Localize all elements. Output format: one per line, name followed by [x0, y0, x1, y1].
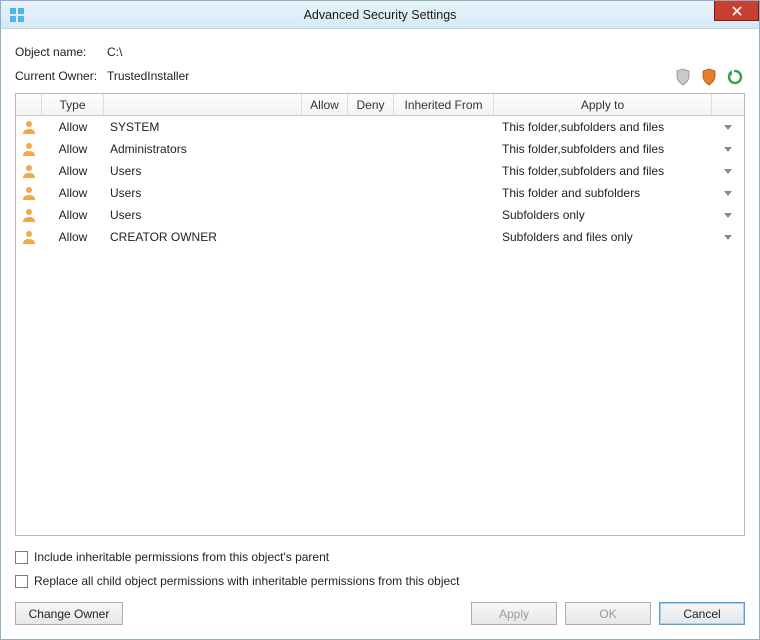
object-name-label: Object name:: [15, 45, 107, 59]
checkbox-replace-children[interactable]: Replace all child object permissions wit…: [15, 574, 745, 588]
shield-orange-icon[interactable]: [699, 67, 719, 87]
titlebar: Advanced Security Settings: [1, 1, 759, 29]
column-allow[interactable]: Allow: [302, 94, 348, 115]
cell-type: Allow: [42, 208, 104, 222]
table-body: Allow SYSTEM This folder,subfolders and …: [16, 116, 744, 535]
table-header: Type Allow Deny Inherited From Apply to: [16, 94, 744, 116]
chevron-down-icon[interactable]: [712, 188, 744, 198]
chevron-down-icon[interactable]: [712, 166, 744, 176]
button-label: Apply: [499, 607, 529, 621]
cell-apply: Subfolders only: [494, 208, 712, 222]
column-expand[interactable]: [712, 94, 744, 115]
cell-principal: Administrators: [104, 142, 302, 156]
change-owner-button[interactable]: Change Owner: [15, 602, 123, 625]
cell-apply: This folder,subfolders and files: [494, 120, 712, 134]
dialog-window: Advanced Security Settings Object name: …: [0, 0, 760, 640]
column-principal[interactable]: [104, 94, 302, 115]
button-label: OK: [599, 607, 616, 621]
table-row[interactable]: Allow SYSTEM This folder,subfolders and …: [16, 116, 744, 138]
button-label: Change Owner: [29, 607, 110, 621]
checkbox-include-inheritable[interactable]: Include inheritable permissions from thi…: [15, 550, 745, 564]
table-row[interactable]: Allow Users This folder and subfolders: [16, 182, 744, 204]
table-row[interactable]: Allow Users Subfolders only: [16, 204, 744, 226]
cell-principal: Users: [104, 164, 302, 178]
checkbox-box[interactable]: [15, 551, 28, 564]
object-name-row: Object name: C:\: [15, 45, 745, 59]
cell-principal: SYSTEM: [104, 120, 302, 134]
cell-type: Allow: [42, 230, 104, 244]
current-owner-label: Current Owner:: [15, 69, 107, 83]
cell-apply: This folder and subfolders: [494, 186, 712, 200]
checkbox-label: Include inheritable permissions from thi…: [34, 550, 329, 564]
options-area: Include inheritable permissions from thi…: [15, 550, 745, 588]
apply-button[interactable]: Apply: [471, 602, 557, 625]
cell-type: Allow: [42, 120, 104, 134]
checkbox-box[interactable]: [15, 575, 28, 588]
cell-apply: This folder,subfolders and files: [494, 164, 712, 178]
refresh-icon[interactable]: [725, 67, 745, 87]
user-icon: [16, 141, 42, 157]
cancel-button[interactable]: Cancel: [659, 602, 745, 625]
chevron-down-icon[interactable]: [712, 144, 744, 154]
cell-principal: CREATOR OWNER: [104, 230, 302, 244]
shield-gray-icon[interactable]: [673, 67, 693, 87]
cell-principal: Users: [104, 208, 302, 222]
column-deny[interactable]: Deny: [348, 94, 394, 115]
button-label: Cancel: [683, 607, 720, 621]
user-icon: [16, 119, 42, 135]
object-name-value: C:\: [107, 45, 122, 59]
column-inherited[interactable]: Inherited From: [394, 94, 494, 115]
table-row[interactable]: Allow Users This folder,subfolders and f…: [16, 160, 744, 182]
permissions-table: Type Allow Deny Inherited From Apply to …: [15, 93, 745, 536]
user-icon: [16, 163, 42, 179]
window-title: Advanced Security Settings: [1, 8, 759, 22]
chevron-down-icon[interactable]: [712, 232, 744, 242]
cell-apply: Subfolders and files only: [494, 230, 712, 244]
cell-type: Allow: [42, 164, 104, 178]
app-icon: [9, 7, 25, 23]
current-owner-value: TrustedInstaller: [107, 69, 189, 83]
button-row: Change Owner Apply OK Cancel: [15, 602, 745, 625]
cell-apply: This folder,subfolders and files: [494, 142, 712, 156]
table-row[interactable]: Allow Administrators This folder,subfold…: [16, 138, 744, 160]
column-apply[interactable]: Apply to: [494, 94, 712, 115]
close-button[interactable]: [714, 1, 759, 21]
cell-type: Allow: [42, 142, 104, 156]
toolbar-icons: [673, 67, 745, 87]
checkbox-label: Replace all child object permissions wit…: [34, 574, 460, 588]
column-type[interactable]: Type: [42, 94, 104, 115]
user-icon: [16, 229, 42, 245]
cell-principal: Users: [104, 186, 302, 200]
table-row[interactable]: Allow CREATOR OWNER Subfolders and files…: [16, 226, 744, 248]
current-owner-row: Current Owner: TrustedInstaller: [15, 69, 745, 83]
column-icon[interactable]: [16, 94, 42, 115]
chevron-down-icon[interactable]: [712, 210, 744, 220]
user-icon: [16, 207, 42, 223]
cell-type: Allow: [42, 186, 104, 200]
chevron-down-icon[interactable]: [712, 122, 744, 132]
user-icon: [16, 185, 42, 201]
content-area: Object name: C:\ Current Owner: TrustedI…: [1, 29, 759, 639]
ok-button[interactable]: OK: [565, 602, 651, 625]
